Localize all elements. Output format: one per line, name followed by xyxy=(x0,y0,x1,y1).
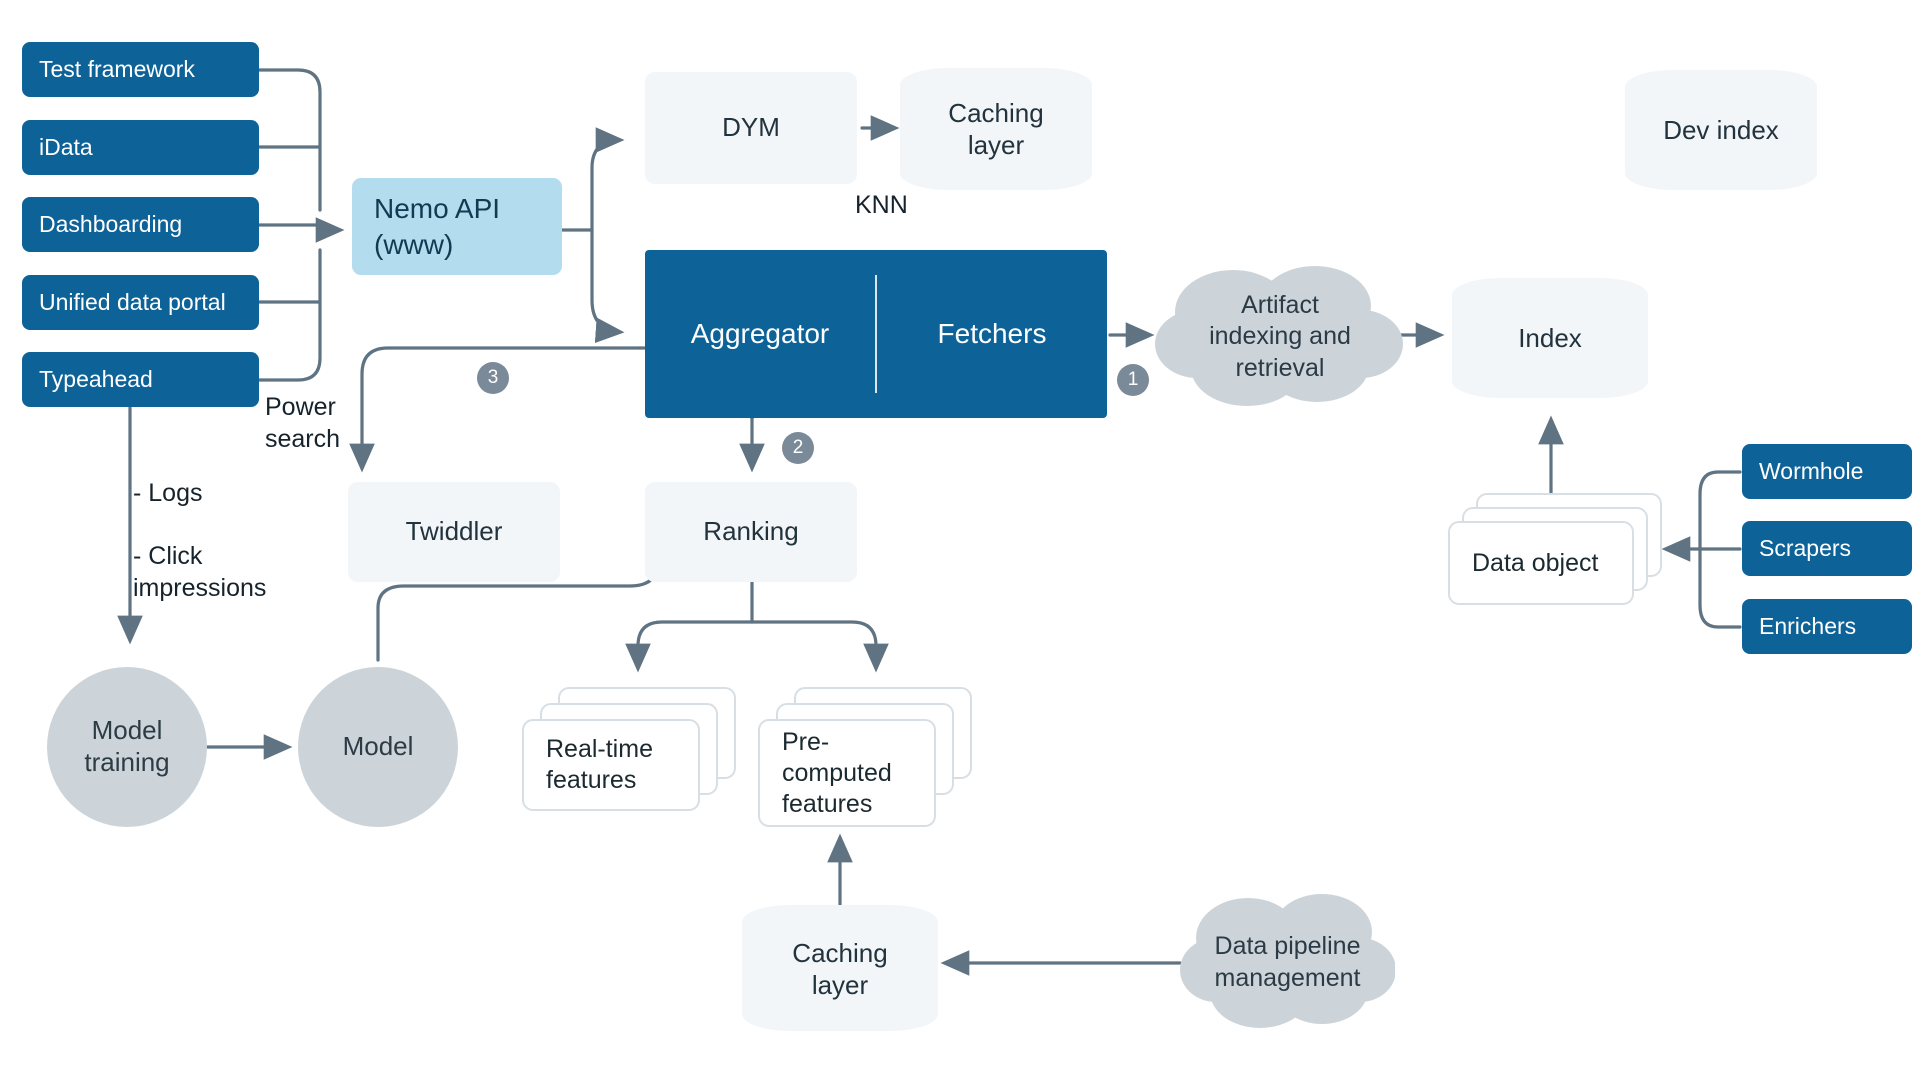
aggregator-label: Aggregator xyxy=(690,317,830,349)
source-box-idata[interactable]: iData xyxy=(22,120,259,175)
data-pipeline-management-cloud[interactable]: Data pipeline management xyxy=(1180,890,1395,1035)
source-box-dashboarding[interactable]: Dashboarding xyxy=(22,197,259,252)
aggregator-half[interactable]: Aggregator xyxy=(645,250,875,418)
dym-label: DYM xyxy=(722,112,780,143)
feature-cache-label: Caching layer xyxy=(792,937,888,1000)
badge-2: 2 xyxy=(782,432,814,464)
precomputed-features-stack[interactable]: Pre- computed features xyxy=(758,687,972,832)
dev-index-cylinder[interactable]: Dev index xyxy=(1625,70,1817,190)
model-training-circle[interactable]: Model training xyxy=(47,667,207,827)
source-label: Typeahead xyxy=(39,366,153,393)
dev-index-label: Dev index xyxy=(1663,114,1779,145)
realtime-features-stack[interactable]: Real-time features xyxy=(522,687,736,815)
ranking-box[interactable]: Ranking xyxy=(645,482,857,582)
pipeline-cloud-label: Data pipeline management xyxy=(1214,932,1361,992)
aggregator-fetchers-box[interactable]: Aggregator Fetchers xyxy=(645,250,1107,418)
nemo-api-box[interactable]: Nemo API (www) xyxy=(352,178,562,275)
artifact-cloud-label: Artifact indexing and retrieval xyxy=(1209,290,1351,382)
dym-box[interactable]: DYM xyxy=(645,72,857,184)
source-box-unified-data-portal[interactable]: Unified data portal xyxy=(22,275,259,330)
twiddler-box[interactable]: Twiddler xyxy=(348,482,560,582)
model-label: Model xyxy=(342,731,414,762)
knn-annotation: KNN xyxy=(855,191,908,219)
fetchers-half[interactable]: Fetchers xyxy=(877,250,1107,418)
index-cylinder[interactable]: Index xyxy=(1452,278,1648,398)
badge-2-label: 2 xyxy=(792,437,804,458)
badge-3-label: 3 xyxy=(487,367,499,388)
realtime-features-card[interactable]: Real-time features xyxy=(522,719,700,811)
architecture-diagram-canvas: Test framework iData Dashboarding Unifie… xyxy=(0,0,1920,1080)
signals-annotation: - Logs - Click impressions xyxy=(133,479,267,602)
index-label: Index xyxy=(1518,322,1582,353)
source-label: Unified data portal xyxy=(39,289,226,316)
precomputed-features-card[interactable]: Pre- computed features xyxy=(758,719,936,827)
producer-label: Wormhole xyxy=(1759,458,1864,485)
source-label: Dashboarding xyxy=(39,211,183,238)
model-circle[interactable]: Model xyxy=(298,667,458,827)
producer-label: Enrichers xyxy=(1759,613,1857,640)
source-box-typeahead[interactable]: Typeahead xyxy=(22,352,259,407)
producer-box-wormhole[interactable]: Wormhole xyxy=(1742,444,1912,499)
badge-3: 3 xyxy=(477,362,509,394)
ranking-label: Ranking xyxy=(703,516,799,547)
data-object-card[interactable]: Data object xyxy=(1448,521,1634,605)
badge-1-label: 1 xyxy=(1127,369,1139,390)
twiddler-label: Twiddler xyxy=(405,516,503,547)
fetchers-label: Fetchers xyxy=(937,317,1047,349)
source-box-test-framework[interactable]: Test framework xyxy=(22,42,259,97)
dym-cache-label: Caching layer xyxy=(948,97,1044,160)
artifact-indexing-cloud[interactable]: Artifact indexing and retrieval xyxy=(1155,262,1405,412)
feature-caching-layer-cylinder[interactable]: Caching layer xyxy=(742,905,938,1033)
badge-1: 1 xyxy=(1117,364,1149,396)
producer-box-scrapers[interactable]: Scrapers xyxy=(1742,521,1912,576)
data-object-stack[interactable]: Data object xyxy=(1448,493,1666,611)
data-object-label: Data object xyxy=(1472,548,1599,577)
dym-caching-layer-cylinder[interactable]: Caching layer xyxy=(900,68,1092,190)
power-search-annotation: Power search xyxy=(265,393,341,453)
source-label: iData xyxy=(39,134,93,161)
source-label: Test framework xyxy=(39,56,195,83)
producer-box-enrichers[interactable]: Enrichers xyxy=(1742,599,1912,654)
producer-label: Scrapers xyxy=(1759,535,1852,562)
